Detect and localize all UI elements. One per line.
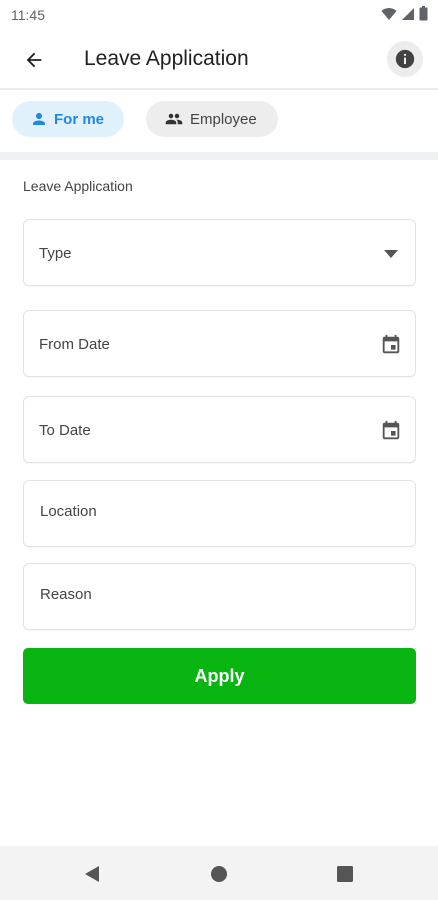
from-date-placeholder: From Date (39, 336, 110, 353)
arrow-back-icon (26, 52, 42, 68)
signal-icon (402, 7, 414, 20)
location-placeholder: Location (40, 503, 97, 520)
tab-for-me[interactable]: For me (12, 101, 124, 137)
nav-back-button[interactable] (80, 862, 104, 886)
dropdown-arrow-icon (379, 242, 403, 266)
nav-recents-icon (337, 866, 353, 882)
apply-button[interactable]: Apply (23, 648, 416, 704)
leave-type-placeholder: Type (39, 245, 72, 262)
tab-employee-label: Employee (190, 110, 257, 128)
nav-home-button[interactable] (207, 862, 231, 886)
info-button[interactable] (387, 41, 423, 77)
status-icons (381, 6, 428, 21)
person-icon (33, 113, 45, 125)
calendar-icon[interactable] (379, 419, 403, 443)
to-date-field[interactable]: To Date (23, 396, 416, 463)
info-icon (395, 49, 415, 69)
back-button[interactable] (14, 42, 54, 78)
nav-recents-button[interactable] (333, 862, 357, 886)
nav-home-icon (211, 866, 227, 882)
wifi-icon (381, 7, 397, 20)
calendar-icon[interactable] (379, 333, 403, 357)
system-nav-bar (0, 846, 438, 900)
tab-employee[interactable]: Employee (146, 101, 278, 137)
status-bar: 11:45 (0, 0, 438, 30)
from-date-field[interactable]: From Date (23, 310, 416, 377)
tab-for-me-label: For me (54, 110, 105, 128)
leave-type-select[interactable]: Type (23, 219, 416, 286)
location-field[interactable]: Location (23, 480, 416, 547)
nav-back-icon (85, 866, 99, 882)
battery-icon (419, 6, 428, 21)
app-bar: Leave Application (0, 30, 438, 90)
section-divider (0, 152, 438, 160)
tab-bar: For me Employee (0, 92, 438, 152)
status-time: 11:45 (11, 7, 45, 23)
group-icon (165, 113, 183, 125)
reason-placeholder: Reason (40, 586, 92, 603)
to-date-placeholder: To Date (39, 422, 91, 439)
page-title: Leave Application (84, 47, 249, 70)
reason-field[interactable]: Reason (23, 563, 416, 630)
form-section-label: Leave Application (23, 178, 133, 194)
